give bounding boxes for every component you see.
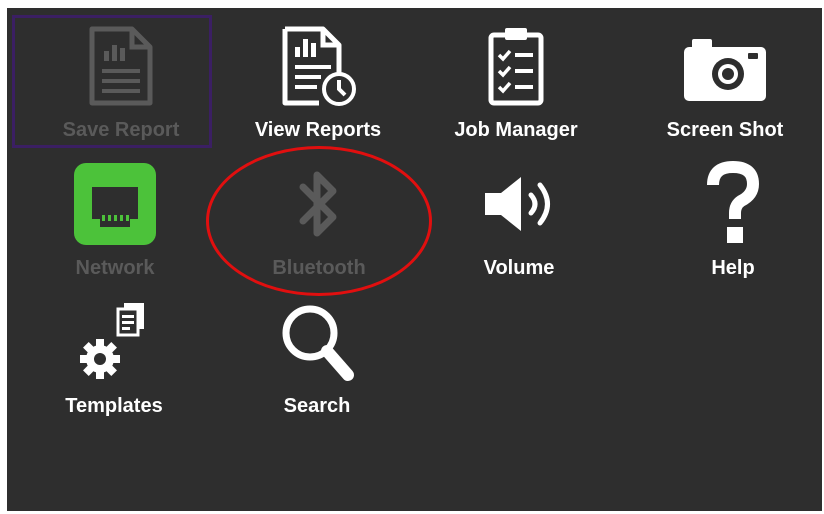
bluetooth-button[interactable]: Bluetooth <box>219 152 419 284</box>
network-label: Network <box>75 257 155 279</box>
screen-shot-button[interactable]: Screen Shot <box>625 14 822 146</box>
search-button[interactable]: Search <box>217 290 417 422</box>
job-manager-button[interactable]: Job Manager <box>416 14 616 146</box>
network-button[interactable]: Network <box>15 152 215 284</box>
help-button[interactable]: Help <box>633 152 822 284</box>
speaker-icon <box>471 162 567 246</box>
clipboard-checklist-icon <box>468 24 564 108</box>
view-reports-button[interactable]: View Reports <box>218 14 418 146</box>
bluetooth-label: Bluetooth <box>272 257 366 279</box>
magnifier-icon <box>269 300 365 384</box>
bluetooth-icon <box>271 162 367 246</box>
gear-document-icon <box>66 300 162 384</box>
templates-label: Templates <box>65 395 163 417</box>
report-history-icon <box>270 24 366 108</box>
search-label: Search <box>283 395 351 417</box>
settings-menu-screen: Save Report View Reports Job Manager Scr… <box>7 8 822 511</box>
save-report-button[interactable]: Save Report <box>21 14 221 146</box>
volume-button[interactable]: Volume <box>419 152 619 284</box>
save-report-label: Save Report <box>62 119 180 141</box>
camera-icon <box>677 24 773 108</box>
help-label: Help <box>711 257 755 279</box>
ethernet-port-icon <box>67 162 163 246</box>
report-document-icon <box>73 24 169 108</box>
templates-button[interactable]: Templates <box>14 290 214 422</box>
question-mark-icon <box>685 161 781 246</box>
screen-shot-label: Screen Shot <box>666 119 784 141</box>
volume-label: Volume <box>483 257 555 279</box>
view-reports-label: View Reports <box>254 119 382 141</box>
job-manager-label: Job Manager <box>454 119 578 141</box>
